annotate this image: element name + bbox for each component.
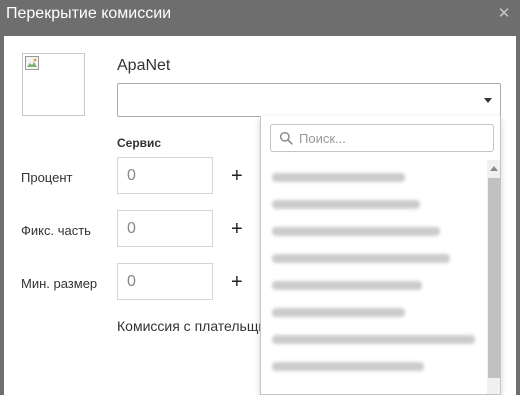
dialog-titlebar: Перекрытие комиссии ✕ (0, 0, 520, 32)
min-size-label: Мин. размер (21, 276, 98, 291)
commission-override-dialog: Перекрытие комиссии ✕ ApaNet Сервис Проц… (0, 0, 520, 395)
chevron-down-icon (484, 98, 492, 103)
column-header-service: Сервис (117, 136, 162, 150)
fixed-part-add-button[interactable]: + (231, 219, 243, 239)
close-icon[interactable]: ✕ (496, 6, 512, 22)
dropdown-option[interactable] (272, 196, 420, 212)
blurred-option-text (272, 200, 420, 209)
service-dropdown (260, 116, 501, 395)
blurred-option-text (272, 227, 440, 236)
dropdown-option[interactable] (272, 358, 424, 374)
scrollbar-thumb[interactable] (488, 178, 500, 378)
payer-commission-label: Комиссия с плательщи (117, 318, 263, 334)
blurred-option-text (272, 281, 422, 290)
provider-name: ApaNet (117, 57, 171, 74)
search-input[interactable] (299, 129, 484, 147)
fixed-part-input[interactable]: 0 (117, 210, 213, 247)
fixed-part-label: Фикс. часть (21, 223, 91, 238)
blurred-option-text (272, 173, 405, 182)
dropdown-option[interactable] (272, 331, 475, 347)
dropdown-search[interactable] (270, 124, 494, 152)
blurred-option-text (272, 335, 475, 344)
blurred-option-text (272, 254, 450, 263)
percent-label: Процент (21, 170, 73, 185)
search-icon (279, 131, 293, 145)
blurred-option-text (272, 362, 424, 371)
scroll-up-icon[interactable] (490, 166, 498, 171)
min-size-input[interactable]: 0 (117, 263, 213, 300)
percent-add-button[interactable]: + (231, 166, 243, 186)
provider-logo (22, 53, 85, 116)
dropdown-option[interactable] (272, 223, 440, 239)
dialog-title: Перекрытие комиссии (6, 5, 172, 22)
broken-image-icon (25, 56, 39, 70)
dropdown-option[interactable] (272, 304, 405, 320)
service-select[interactable] (117, 83, 501, 117)
blurred-option-text (272, 308, 405, 317)
dropdown-option[interactable] (272, 250, 450, 266)
dropdown-options (261, 160, 485, 394)
dropdown-scrollbar[interactable] (487, 160, 500, 394)
percent-input[interactable]: 0 (117, 157, 213, 194)
min-size-add-button[interactable]: + (231, 272, 243, 292)
dropdown-option[interactable] (272, 169, 405, 185)
dialog-body: ApaNet Сервис Процент 0 + Фикс. часть 0 … (4, 36, 516, 395)
dropdown-option[interactable] (272, 277, 422, 293)
